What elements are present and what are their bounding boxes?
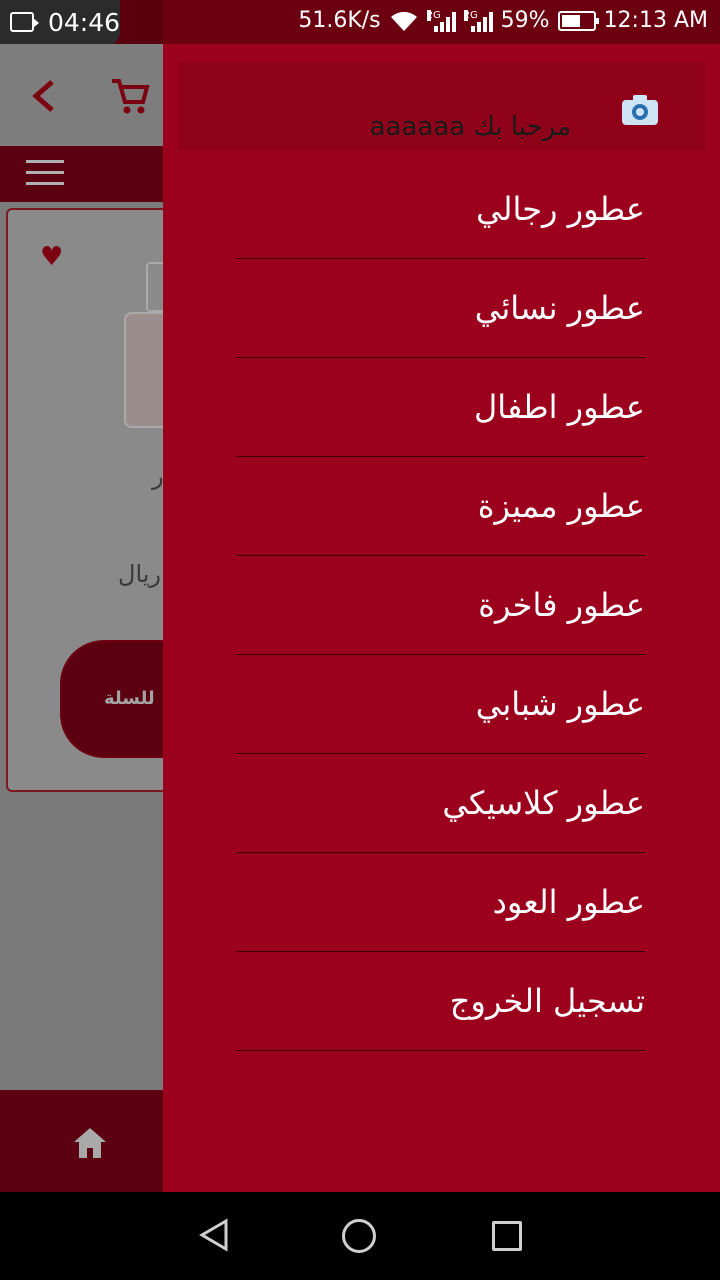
- menu-item-label: عطور مميزة: [477, 487, 645, 525]
- navigation-drawer: مرحبا بك aaaaaa عطور رجالي عطور نسائي عط…: [163, 44, 720, 1192]
- status-bar: vodafone 04:46 51.6K/s 2G 2G 59% 12:13 A…: [0, 0, 720, 46]
- welcome-text: مرحبا بك aaaaaa: [369, 112, 571, 142]
- product-price: ريال: [118, 560, 162, 588]
- video-record-icon: [10, 12, 39, 32]
- menu-item-featured-perfumes[interactable]: عطور مميزة: [237, 457, 645, 556]
- menu-hamburger-icon[interactable]: [26, 160, 64, 188]
- drawer-header: مرحبا بك aaaaaa: [178, 62, 705, 150]
- menu-item-label: عطور رجالي: [476, 190, 645, 228]
- menu-item-label: عطور فاخرة: [478, 586, 645, 624]
- menu-item-women-perfumes[interactable]: عطور نسائي: [237, 259, 645, 358]
- menu-item-men-perfumes[interactable]: عطور رجالي: [237, 160, 645, 259]
- product-name: ر: [152, 462, 164, 490]
- nav-back-icon[interactable]: [198, 1218, 230, 1252]
- home-icon[interactable]: [72, 1126, 108, 1160]
- signal-icon-2: 2G: [463, 9, 493, 32]
- heart-favorite-icon[interactable]: ♥: [40, 242, 63, 272]
- menu-item-classic-perfumes[interactable]: عطور كلاسيكي: [237, 754, 645, 853]
- record-time: 04:46: [48, 8, 121, 37]
- menu-item-kids-perfumes[interactable]: عطور اطفال: [237, 358, 645, 457]
- menu-item-label: تسجيل الخروج: [449, 982, 645, 1020]
- menu-item-label: عطور العود: [492, 883, 645, 921]
- screen-record-pill[interactable]: 04:46: [0, 0, 120, 46]
- back-arrow-icon[interactable]: [28, 78, 58, 114]
- battery-percent: 59%: [500, 8, 550, 33]
- nav-home-icon[interactable]: [342, 1219, 376, 1253]
- menu-item-oud-perfumes[interactable]: عطور العود: [237, 853, 645, 952]
- drawer-menu: عطور رجالي عطور نسائي عطور اطفال عطور مم…: [237, 160, 645, 1051]
- menu-item-label: عطور نسائي: [474, 289, 645, 327]
- menu-item-youth-perfumes[interactable]: عطور شبابي: [237, 655, 645, 754]
- clock: 12:13 AM: [603, 8, 708, 33]
- shopping-cart-icon[interactable]: [110, 76, 150, 116]
- add-to-cart-label: للسلة: [104, 688, 155, 709]
- menu-item-label: عطور شبابي: [475, 685, 645, 723]
- status-indicators: 51.6K/s 2G 2G 59% 12:13 AM: [298, 8, 708, 33]
- battery-icon: [557, 10, 599, 31]
- network-speed: 51.6K/s: [298, 8, 381, 33]
- menu-item-logout[interactable]: تسجيل الخروج: [237, 952, 645, 1051]
- nav-recents-icon[interactable]: [492, 1221, 522, 1251]
- menu-item-label: عطور اطفال: [473, 388, 645, 426]
- menu-item-luxury-perfumes[interactable]: عطور فاخرة: [237, 556, 645, 655]
- menu-item-label: عطور كلاسيكي: [442, 784, 645, 822]
- signal-icon-1: 2G: [426, 9, 456, 32]
- wifi-icon: [390, 11, 417, 31]
- camera-icon[interactable]: [621, 94, 659, 126]
